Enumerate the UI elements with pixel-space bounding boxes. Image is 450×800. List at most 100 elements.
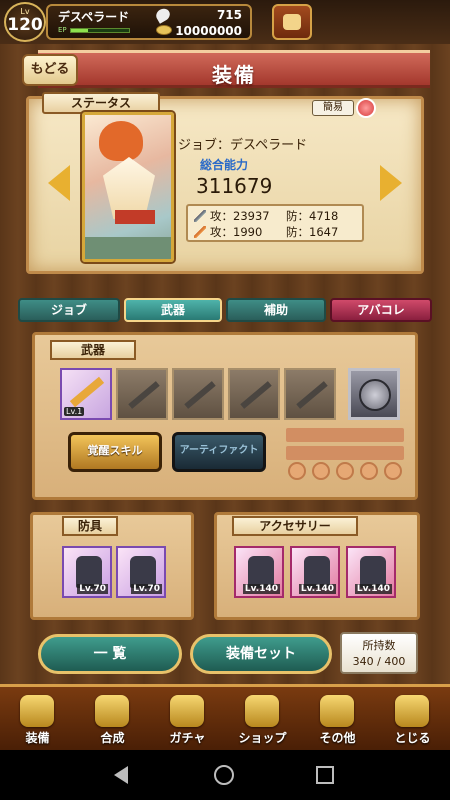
character-skirt bbox=[115, 210, 155, 224]
item-level: Lv.140 bbox=[354, 584, 392, 594]
stats-box: 攻：23937 防：4718 攻：1990 防：1647 bbox=[186, 204, 364, 242]
exp-bar-fill bbox=[71, 29, 89, 32]
tab-avatar-collection[interactable]: アバコレ bbox=[330, 298, 432, 322]
accessory-section-label: アクセサリー bbox=[232, 516, 358, 536]
nav-label: 装備 bbox=[25, 731, 50, 745]
tab-weapon[interactable]: 武器 bbox=[124, 298, 222, 322]
accessory-item[interactable]: Lv.140 bbox=[346, 546, 396, 598]
physical-attack: 攻：23937 bbox=[210, 209, 270, 223]
skill-slot-bar bbox=[286, 446, 404, 460]
sword-silhouette-icon bbox=[128, 381, 160, 409]
emblem-icon bbox=[359, 379, 391, 411]
nav-other[interactable]: その他 bbox=[300, 687, 375, 753]
next-character-arrow-icon[interactable] bbox=[380, 165, 402, 201]
player-name: デスペラード bbox=[58, 10, 130, 24]
status-section-label: ステータス bbox=[42, 92, 160, 114]
gem-count: 715 bbox=[216, 8, 242, 22]
accessory-item[interactable]: Lv.140 bbox=[290, 546, 340, 598]
socket-dot bbox=[384, 462, 402, 480]
exp-bar bbox=[70, 28, 130, 33]
job-name: ジョブ：デスペラード bbox=[178, 138, 308, 153]
tab-support[interactable]: 補助 bbox=[226, 298, 326, 322]
item-level: Lv.70 bbox=[77, 584, 108, 594]
recent-apps-icon[interactable] bbox=[316, 766, 334, 784]
menu-book-button[interactable] bbox=[272, 4, 312, 40]
item-level: Lv.70 bbox=[131, 584, 162, 594]
character-portrait[interactable] bbox=[82, 112, 174, 262]
weapon-level: Lv.1 bbox=[64, 407, 85, 416]
magic-defense: 防：1647 bbox=[286, 225, 339, 239]
home-circle-icon[interactable] bbox=[214, 765, 234, 785]
gacha-icon bbox=[170, 695, 204, 727]
sword-icon bbox=[194, 210, 206, 222]
inventory-capacity: 所持数 340 / 400 bbox=[340, 632, 418, 674]
socket-dot bbox=[360, 462, 378, 480]
awaken-skill-button[interactable]: 覚醒スキル bbox=[68, 432, 162, 472]
total-power-label: 総合能力 bbox=[200, 158, 249, 172]
prev-character-arrow-icon[interactable] bbox=[48, 165, 70, 201]
weapon-slot-empty[interactable] bbox=[284, 368, 336, 420]
magic-attack: 攻：1990 bbox=[210, 225, 263, 239]
level-value: 120 bbox=[7, 15, 43, 35]
emblem-slot[interactable] bbox=[348, 368, 400, 420]
close-icon bbox=[395, 695, 429, 727]
nav-label: ガチャ bbox=[169, 731, 206, 745]
item-level: Lv.140 bbox=[242, 584, 280, 594]
sword-silhouette-icon bbox=[184, 381, 216, 409]
nav-gacha[interactable]: ガチャ bbox=[150, 687, 225, 753]
socket-dot bbox=[336, 462, 354, 480]
artifact-button[interactable]: アーティファクト bbox=[172, 432, 266, 472]
top-status-bar: Lv 120 デスペラード EP 715 10000000 bbox=[0, 0, 450, 44]
total-power-value: 311679 bbox=[196, 174, 273, 198]
bottom-nav: 装備 合成 ガチャ ショップ その他 とじる bbox=[0, 684, 450, 750]
nav-equipment[interactable]: 装備 bbox=[0, 687, 75, 753]
equipment-set-button[interactable]: 装備セット bbox=[190, 634, 332, 674]
equipment-icon bbox=[20, 695, 54, 727]
book-icon bbox=[283, 14, 301, 30]
hammer-icon bbox=[95, 695, 129, 727]
weapon-slot-empty[interactable] bbox=[116, 368, 168, 420]
nav-label: 合成 bbox=[100, 731, 125, 745]
crystal-icon bbox=[245, 695, 279, 727]
armor-item[interactable]: Lv.70 bbox=[62, 546, 112, 598]
gear-icon bbox=[320, 695, 354, 727]
capacity-value: 340 / 400 bbox=[352, 655, 406, 668]
tab-job[interactable]: ジョブ bbox=[18, 298, 120, 322]
accessory-item[interactable]: Lv.140 bbox=[234, 546, 284, 598]
socket-dot bbox=[288, 462, 306, 480]
nav-synthesis[interactable]: 合成 bbox=[75, 687, 150, 753]
page-header: 装備 bbox=[38, 50, 430, 88]
staff-icon bbox=[194, 226, 206, 238]
capacity-label: 所持数 bbox=[362, 639, 396, 652]
portrait-ground bbox=[85, 237, 171, 259]
nav-label: とじる bbox=[394, 731, 431, 745]
page-title: 装備 bbox=[212, 63, 256, 87]
gold-coin-icon bbox=[156, 25, 172, 35]
character-hair bbox=[99, 121, 143, 161]
list-button[interactable]: 一 覧 bbox=[38, 634, 182, 674]
physical-defense: 防：4718 bbox=[286, 209, 339, 223]
back-triangle-icon[interactable] bbox=[114, 766, 128, 784]
armor-section-label: 防具 bbox=[62, 516, 118, 536]
nav-label: ショップ bbox=[238, 731, 287, 745]
armor-item[interactable]: Lv.70 bbox=[116, 546, 166, 598]
socket-dot bbox=[312, 462, 330, 480]
back-button[interactable]: もどる bbox=[22, 54, 78, 86]
exp-label: EP bbox=[58, 26, 67, 34]
nav-close[interactable]: とじる bbox=[375, 687, 450, 753]
simple-view-toggle[interactable]: 簡易 bbox=[312, 98, 376, 118]
gold-count: 10000000 bbox=[175, 24, 242, 38]
nav-label: その他 bbox=[319, 731, 356, 745]
player-info-box: デスペラード EP 715 10000000 bbox=[46, 4, 252, 40]
system-nav-bar bbox=[0, 750, 450, 800]
sword-silhouette-icon bbox=[296, 381, 328, 409]
weapon-slot-empty[interactable] bbox=[172, 368, 224, 420]
weapon-slot-equipped[interactable]: Lv.1 bbox=[60, 368, 112, 420]
weapon-section-label: 武器 bbox=[50, 340, 136, 360]
sword-silhouette-icon bbox=[240, 381, 272, 409]
gem-icon bbox=[153, 6, 173, 24]
nav-shop[interactable]: ショップ bbox=[225, 687, 300, 753]
level-badge: Lv 120 bbox=[4, 2, 46, 42]
toggle-icon bbox=[356, 98, 376, 118]
weapon-slot-empty[interactable] bbox=[228, 368, 280, 420]
